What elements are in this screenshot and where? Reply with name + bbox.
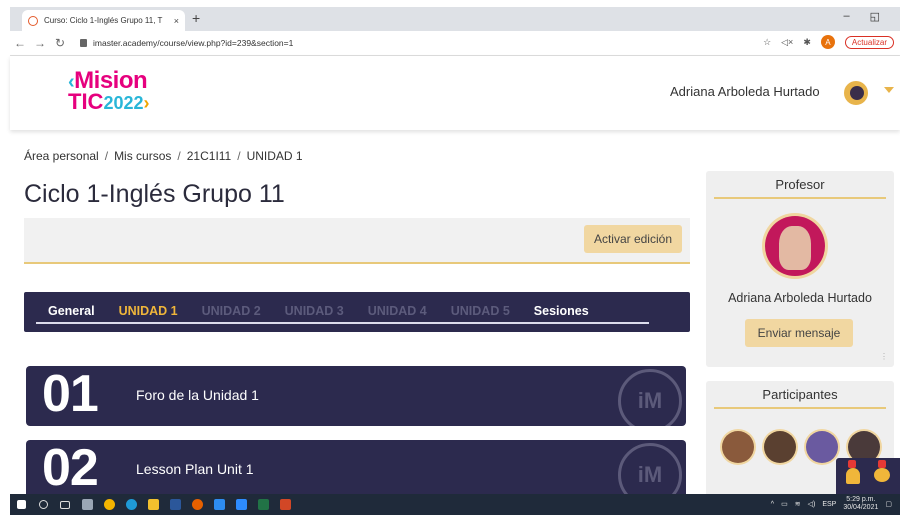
language-indicator[interactable]: ESP — [822, 501, 836, 508]
lock-icon — [80, 39, 87, 47]
screen: Curso: Ciclo 1-Inglés Grupo 11, T × + – … — [0, 0, 900, 515]
page-title: Ciclo 1-Inglés Grupo 11 — [24, 180, 285, 208]
breadcrumb-item[interactable]: Área personal — [24, 149, 99, 163]
favicon-icon — [28, 15, 38, 26]
action-center-icon[interactable]: ▢ — [885, 500, 892, 508]
address-bar[interactable]: imaster.academy/course/view.php?id=239&s… — [80, 38, 293, 48]
teacher-block: Profesor Adriana Arboleda Hurtado Enviar… — [706, 171, 894, 367]
breadcrumb-item[interactable]: UNIDAD 1 — [247, 149, 303, 163]
section-card[interactable]: 01 Foro de la Unidad 1 iM — [26, 366, 686, 426]
tab-unidad-1[interactable]: UNIDAD 1 — [107, 302, 190, 322]
participant-avatar[interactable] — [762, 429, 798, 465]
teacher-avatar[interactable] — [762, 213, 828, 279]
send-message-button[interactable]: Enviar mensaje — [745, 319, 853, 347]
task-view-icon[interactable] — [54, 494, 76, 515]
url-text: imaster.academy/course/view.php?id=239&s… — [93, 38, 294, 48]
breadcrumb: Área personal / Mis cursos / 21C1I11 / U… — [24, 149, 303, 163]
edge-icon[interactable] — [120, 494, 142, 515]
new-tab-button[interactable]: + — [192, 10, 200, 26]
minimize-button[interactable]: – — [843, 10, 849, 23]
clock[interactable]: 5:29 p.m. 30/04/2021 — [843, 496, 878, 512]
system-tray: ^ ▭ ≋ ◁) ESP 5:29 p.m. 30/04/2021 ▢ — [771, 496, 892, 512]
activate-edit-button[interactable]: Activar edición — [583, 225, 682, 253]
section-title[interactable]: Foro de la Unidad 1 — [136, 387, 259, 403]
tab-unidad-2[interactable]: UNIDAD 2 — [190, 302, 273, 322]
user-avatar[interactable] — [844, 81, 868, 105]
breadcrumb-item[interactable]: Mis cursos — [114, 149, 171, 163]
windows-start-icon[interactable] — [10, 494, 32, 515]
mision-tic-logo[interactable]: ‹Mision TIC2022› — [68, 69, 150, 113]
browser-tab[interactable]: Curso: Ciclo 1-Inglés Grupo 11, T × — [22, 10, 185, 31]
firefox-icon[interactable] — [186, 494, 208, 515]
tab-sesiones[interactable]: Sesiones — [522, 302, 601, 322]
star-icon[interactable]: ☆ — [763, 37, 771, 48]
message-badge — [878, 460, 886, 468]
resize-grip-icon[interactable]: ⋮ — [880, 352, 888, 361]
windows-taskbar: ^ ▭ ≋ ◁) ESP 5:29 p.m. 30/04/2021 ▢ — [10, 494, 900, 515]
word-icon[interactable] — [164, 494, 186, 515]
teacher-name[interactable]: Adriana Arboleda Hurtado — [706, 291, 894, 305]
imaster-watermark-icon: iM — [618, 369, 682, 426]
update-button[interactable]: Actualizar — [844, 35, 894, 49]
volume-icon[interactable]: ◁) — [808, 500, 816, 508]
section-card[interactable]: 02 Lesson Plan Unit 1 iM — [26, 440, 686, 500]
excel-icon[interactable] — [252, 494, 274, 515]
chat-icon[interactable] — [874, 468, 890, 482]
site-header: ‹Mision TIC2022› Adriana Arboleda Hurtad… — [10, 56, 900, 130]
bell-icon[interactable] — [846, 468, 860, 484]
edit-bar: Activar edición — [24, 218, 690, 264]
search-icon[interactable] — [32, 494, 54, 515]
notification-badge — [848, 460, 856, 468]
tab-underline — [36, 322, 649, 324]
teacher-heading: Profesor — [775, 177, 825, 192]
powerpoint-icon[interactable] — [274, 494, 296, 515]
imaster-watermark-icon: iM — [618, 443, 682, 500]
unit-tab-bar: General UNIDAD 1 UNIDAD 2 UNIDAD 3 UNIDA… — [24, 292, 690, 332]
notifications-panel — [836, 458, 900, 496]
network-icon[interactable]: ≋ — [795, 500, 801, 508]
pen-app-icon[interactable] — [76, 494, 98, 515]
tab-title: Curso: Ciclo 1-Inglés Grupo 11, T — [44, 16, 163, 25]
profile-avatar[interactable]: A — [820, 35, 835, 49]
app-icon[interactable] — [208, 494, 230, 515]
restore-button[interactable]: ◱ — [870, 10, 880, 23]
participants-heading: Participantes — [762, 387, 838, 402]
zoom-icon[interactable] — [230, 494, 252, 515]
battery-icon[interactable]: ▭ — [781, 500, 788, 508]
section-number: 01 — [42, 366, 99, 423]
mute-icon[interactable]: ◁× — [781, 37, 793, 48]
participant-avatar[interactable] — [804, 429, 840, 465]
tab-unidad-5[interactable]: UNIDAD 5 — [439, 302, 522, 322]
chevron-down-icon[interactable] — [884, 87, 894, 93]
section-title[interactable]: Lesson Plan Unit 1 — [136, 461, 254, 477]
close-tab-icon[interactable]: × — [174, 16, 179, 26]
back-icon[interactable]: ← — [10, 36, 30, 50]
reload-icon[interactable]: ↻ — [50, 36, 70, 50]
forward-icon[interactable]: → — [30, 36, 50, 50]
tab-general[interactable]: General — [36, 302, 107, 322]
tab-unidad-3[interactable]: UNIDAD 3 — [273, 302, 356, 322]
chrome-icon[interactable] — [98, 494, 120, 515]
breadcrumb-item[interactable]: 21C1I11 — [187, 149, 231, 163]
extensions-icon[interactable]: ✱ — [803, 37, 811, 48]
tray-chevron-icon[interactable]: ^ — [771, 501, 774, 508]
section-number: 02 — [42, 440, 99, 497]
participant-avatar[interactable] — [720, 429, 756, 465]
file-explorer-icon[interactable] — [142, 494, 164, 515]
user-name[interactable]: Adriana Arboleda Hurtado — [670, 84, 820, 99]
browser-tab-strip: Curso: Ciclo 1-Inglés Grupo 11, T × + – … — [10, 7, 900, 31]
browser-toolbar: ← → ↻ imaster.academy/course/view.php?id… — [10, 31, 900, 56]
tab-unidad-4[interactable]: UNIDAD 4 — [356, 302, 439, 322]
